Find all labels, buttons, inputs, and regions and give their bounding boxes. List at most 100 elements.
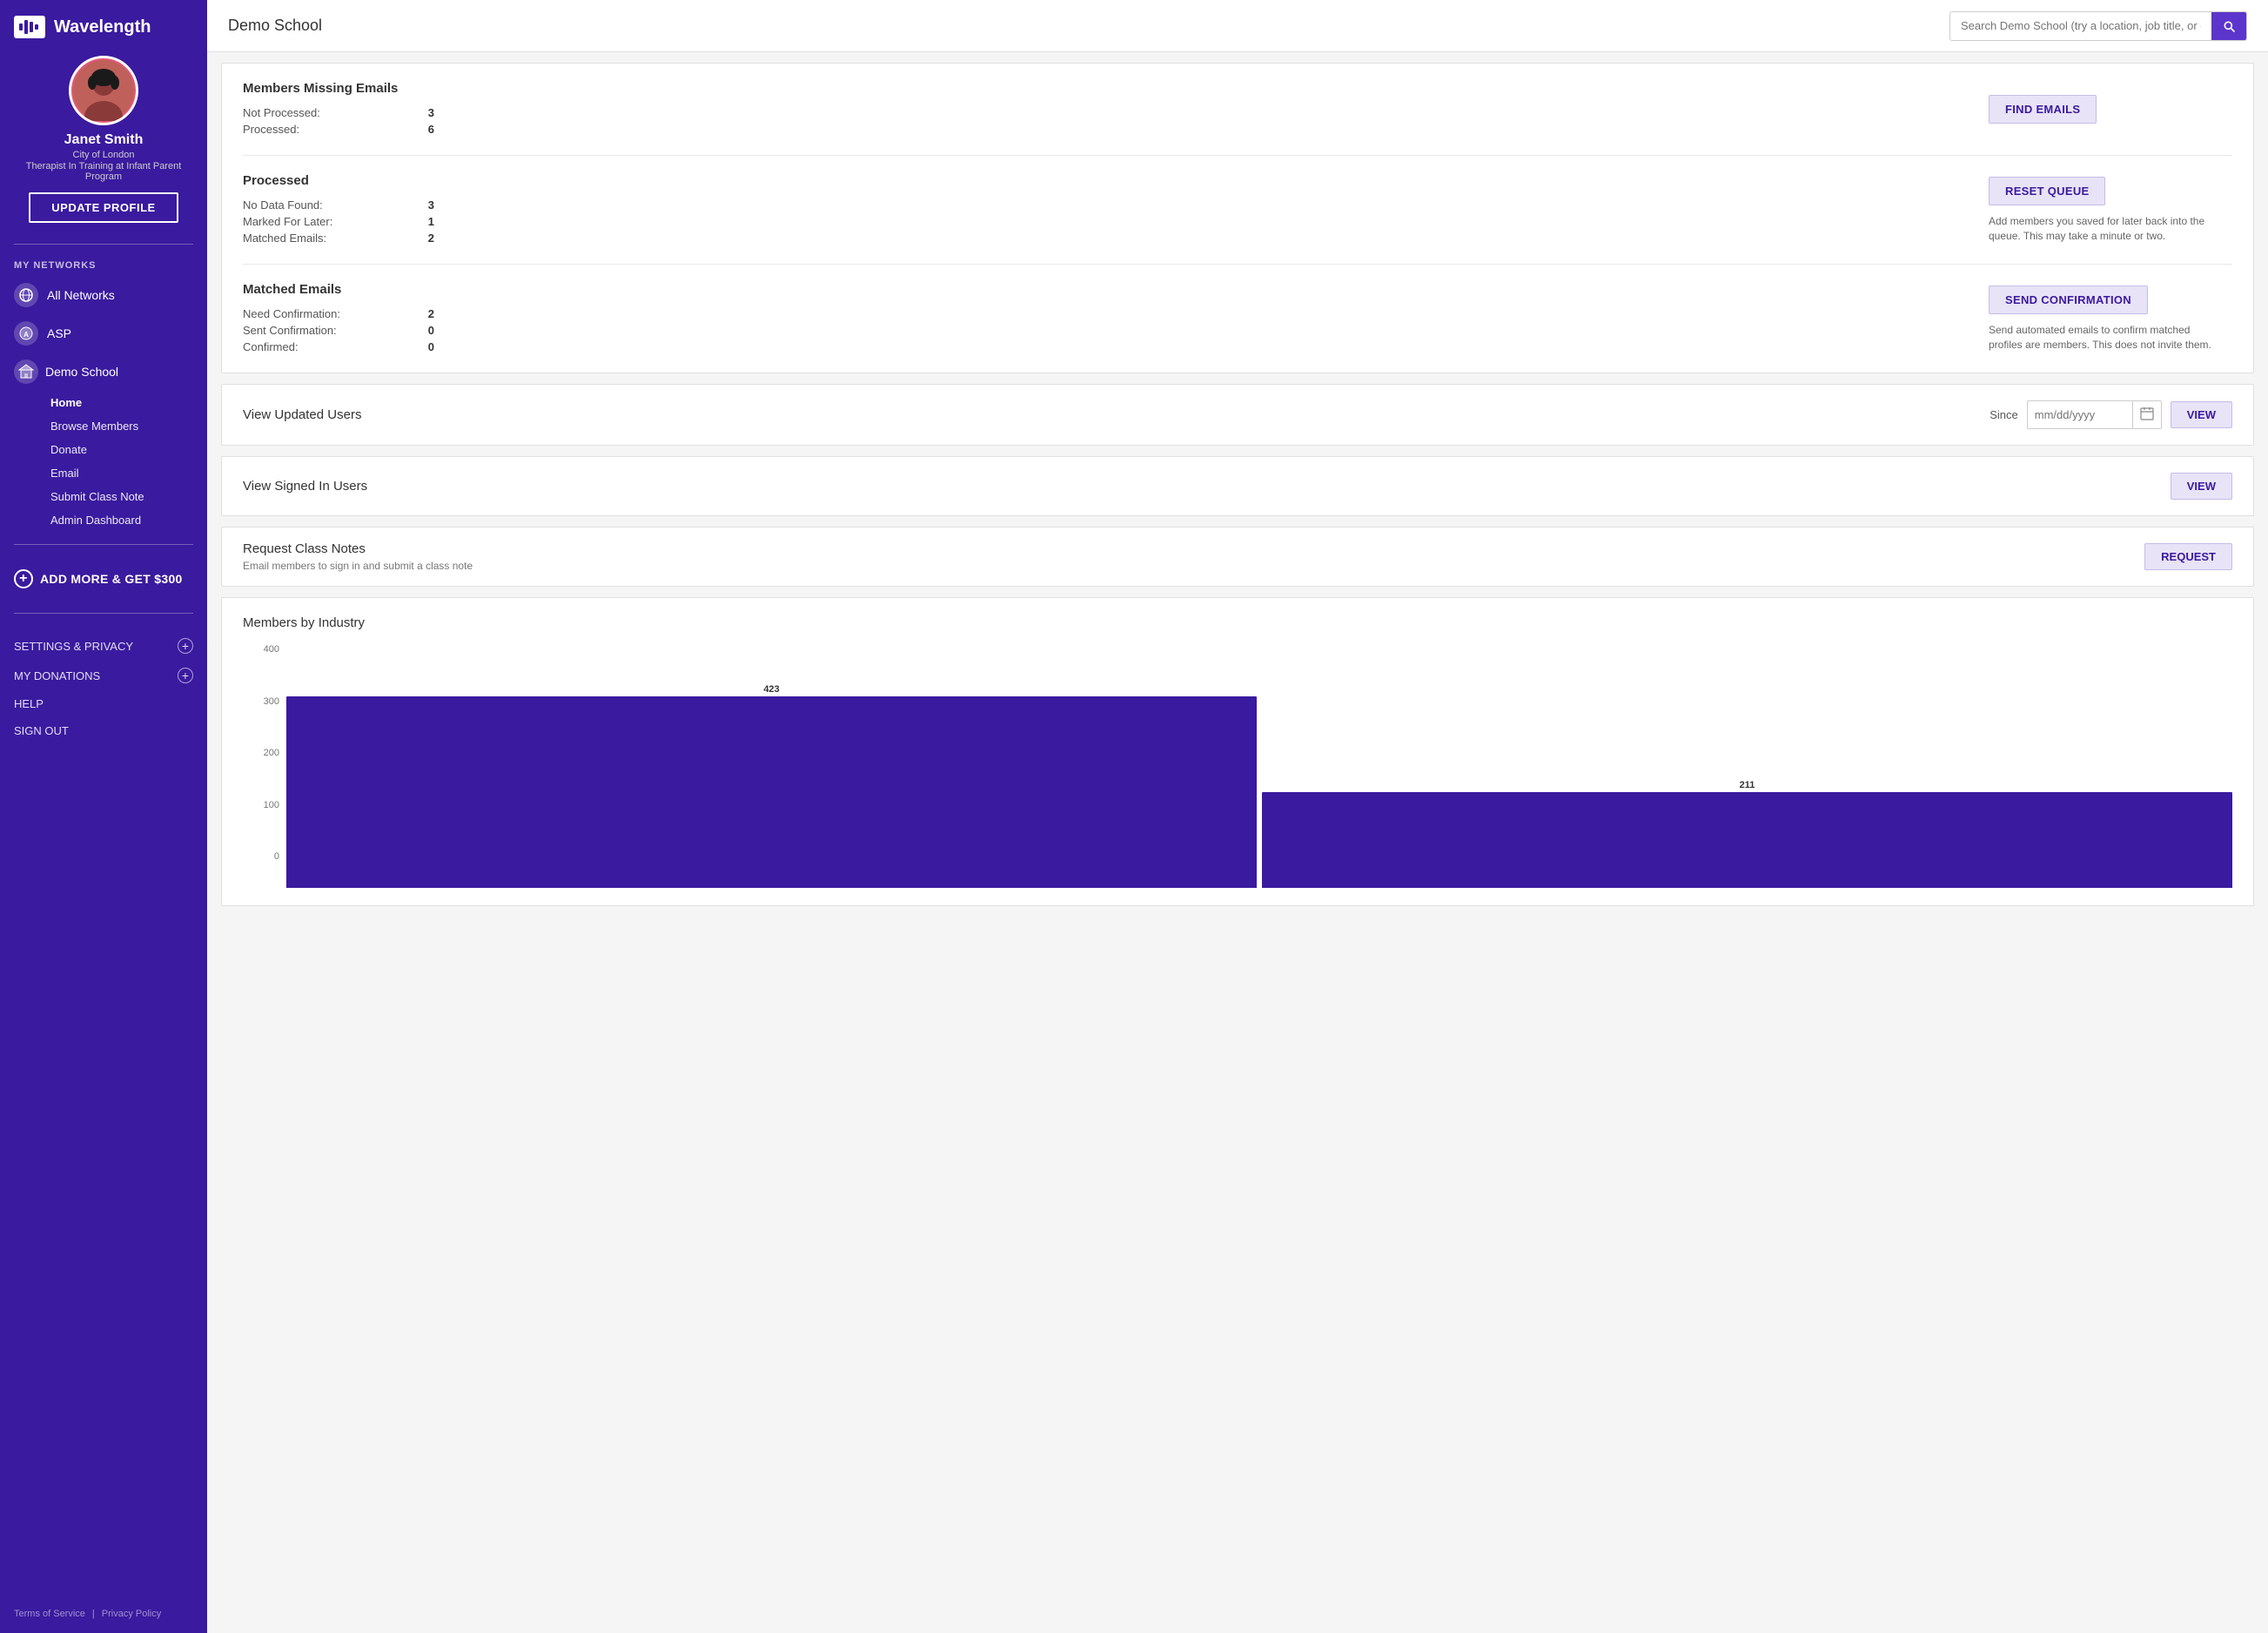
no-data-row: No Data Found: 3 (243, 197, 434, 213)
demo-school-label: Demo School (45, 365, 118, 379)
bar-2 (1262, 792, 2232, 888)
need-confirmation-row: Need Confirmation: 2 (243, 306, 434, 322)
separator: | (92, 1609, 95, 1619)
y-label-300: 300 (264, 696, 279, 707)
sidebar-item-submit-class-note[interactable]: Submit Class Note (0, 485, 207, 508)
donate-label: Donate (50, 443, 87, 456)
search-bar (1949, 11, 2247, 41)
browse-members-label: Browse Members (50, 420, 138, 433)
sidebar-item-admin-dashboard[interactable]: Admin Dashboard (0, 508, 207, 532)
topbar-title: Demo School (228, 17, 1949, 35)
update-profile-button[interactable]: UPDATE PROFILE (29, 192, 178, 223)
all-networks-icon (14, 283, 38, 307)
sidebar-bottom-links: Terms of Service | Privacy Policy (0, 1595, 207, 1633)
topbar: Demo School (207, 0, 2268, 52)
reset-queue-action: RESET QUEUE Add members you saved for la… (1989, 173, 2232, 246)
no-data-label: No Data Found: (243, 198, 323, 212)
settings-privacy-link[interactable]: SETTINGS & PRIVACY + (14, 631, 193, 661)
sidebar-item-demo-school[interactable]: Demo School (0, 353, 207, 391)
confirmed-value: 0 (428, 340, 434, 353)
plus-icon: + (14, 569, 33, 588)
sidebar-item-home[interactable]: Home (0, 391, 207, 414)
confirmed-label: Confirmed: (243, 340, 299, 353)
sign-out-link[interactable]: SIGN OUT (14, 717, 193, 744)
confirmed-row: Confirmed: 0 (243, 339, 434, 355)
chart-title: Members by Industry (243, 615, 2232, 630)
view-updated-button[interactable]: VIEW (2171, 401, 2232, 428)
chart-bars: 423 211 (286, 670, 2232, 888)
not-processed-row: Not Processed: 3 (243, 104, 434, 121)
marked-later-label: Marked For Later: (243, 215, 332, 228)
date-input[interactable] (2028, 403, 2132, 427)
request-class-notes-left: Request Class Notes Email members to sig… (243, 541, 473, 572)
sign-out-label: SIGN OUT (14, 724, 69, 737)
request-class-notes-desc: Email members to sign in and submit a cl… (243, 560, 473, 572)
view-signed-in-button[interactable]: VIEW (2171, 473, 2232, 500)
processed-title: Processed (243, 173, 1954, 188)
processed-value: 6 (428, 123, 434, 136)
bar-col-2: 211 (1262, 780, 2232, 888)
need-confirmation-value: 2 (428, 307, 434, 320)
email-label: Email (50, 467, 79, 480)
request-class-notes-title: Request Class Notes (243, 541, 473, 556)
add-more-label: ADD MORE & GET $300 (40, 572, 183, 586)
y-label-0: 0 (274, 851, 279, 862)
members-by-industry-card: Members by Industry 400 300 200 100 0 42… (221, 597, 2254, 906)
sidebar-divider-2 (14, 544, 193, 545)
send-confirmation-desc: Send automated emails to confirm matched… (1989, 323, 2215, 353)
terms-of-service-link[interactable]: Terms of Service (14, 1609, 85, 1619)
search-icon (2222, 19, 2236, 33)
email-stats-inner: Members Missing Emails Not Processed: 3 … (222, 64, 2253, 155)
donations-expand-icon: + (178, 668, 193, 683)
marked-later-value: 1 (428, 215, 434, 228)
sidebar-item-donate[interactable]: Donate (0, 438, 207, 461)
help-link[interactable]: HELP (14, 690, 193, 717)
processed-stats-inner: Processed No Data Found: 3 Marked For La… (222, 156, 2253, 264)
missing-emails-title: Members Missing Emails (243, 81, 1954, 96)
matched-emails-processed-label: Matched Emails: (243, 232, 326, 245)
view-updated-users-row: View Updated Users Since (222, 385, 2253, 445)
asp-label: ASP (47, 326, 71, 340)
chart-y-axis: 400 300 200 100 0 (243, 644, 285, 862)
add-more-button[interactable]: + ADD MORE & GET $300 (0, 557, 207, 601)
reset-queue-button[interactable]: RESET QUEUE (1989, 177, 2105, 205)
bar-value-1: 423 (763, 684, 779, 695)
view-signed-in-card: View Signed In Users VIEW (221, 456, 2254, 516)
request-button[interactable]: REQUEST (2144, 543, 2232, 570)
home-label: Home (50, 396, 82, 409)
find-emails-button[interactable]: FIND EMAILS (1989, 95, 2097, 124)
search-button[interactable] (2211, 12, 2246, 40)
user-profile-area: Janet Smith City of London Therapist In … (0, 47, 207, 232)
send-confirmation-button[interactable]: SEND CONFIRMATION (1989, 286, 2148, 314)
svg-text:A: A (23, 331, 29, 339)
sent-confirmation-value: 0 (428, 324, 434, 337)
help-label: HELP (14, 697, 44, 710)
sidebar-item-browse-members[interactable]: Browse Members (0, 414, 207, 438)
need-confirmation-label: Need Confirmation: (243, 307, 340, 320)
sidebar-divider-1 (14, 244, 193, 245)
view-signed-in-title: View Signed In Users (243, 479, 367, 494)
email-stats-card: Members Missing Emails Not Processed: 3 … (221, 63, 2254, 373)
sidebar-item-email[interactable]: Email (0, 461, 207, 485)
search-input[interactable] (1950, 12, 2211, 39)
date-input-wrap (2027, 400, 2162, 429)
y-label-100: 100 (264, 800, 279, 810)
bar-1 (286, 696, 1257, 888)
calendar-icon-button[interactable] (2132, 401, 2161, 428)
sidebar-item-all-networks[interactable]: All Networks (0, 276, 207, 314)
logo-icon (14, 16, 45, 38)
no-data-value: 3 (428, 198, 434, 212)
avatar (69, 56, 138, 125)
settings-expand-icon: + (178, 638, 193, 654)
send-confirmation-action: SEND CONFIRMATION Send automated emails … (1989, 282, 2232, 355)
sidebar-item-asp[interactable]: A ASP (0, 314, 207, 353)
processed-label: Processed: (243, 123, 299, 136)
my-donations-link[interactable]: MY DONATIONS + (14, 661, 193, 690)
all-networks-label: All Networks (47, 288, 115, 302)
not-processed-value: 3 (428, 106, 434, 119)
user-job-title: Therapist In Training at Infant Parent P… (14, 161, 193, 182)
submit-class-note-label: Submit Class Note (50, 490, 144, 503)
privacy-policy-link[interactable]: Privacy Policy (102, 1609, 161, 1619)
view-updated-users-card: View Updated Users Since (221, 384, 2254, 446)
demo-school-icon (14, 360, 38, 384)
